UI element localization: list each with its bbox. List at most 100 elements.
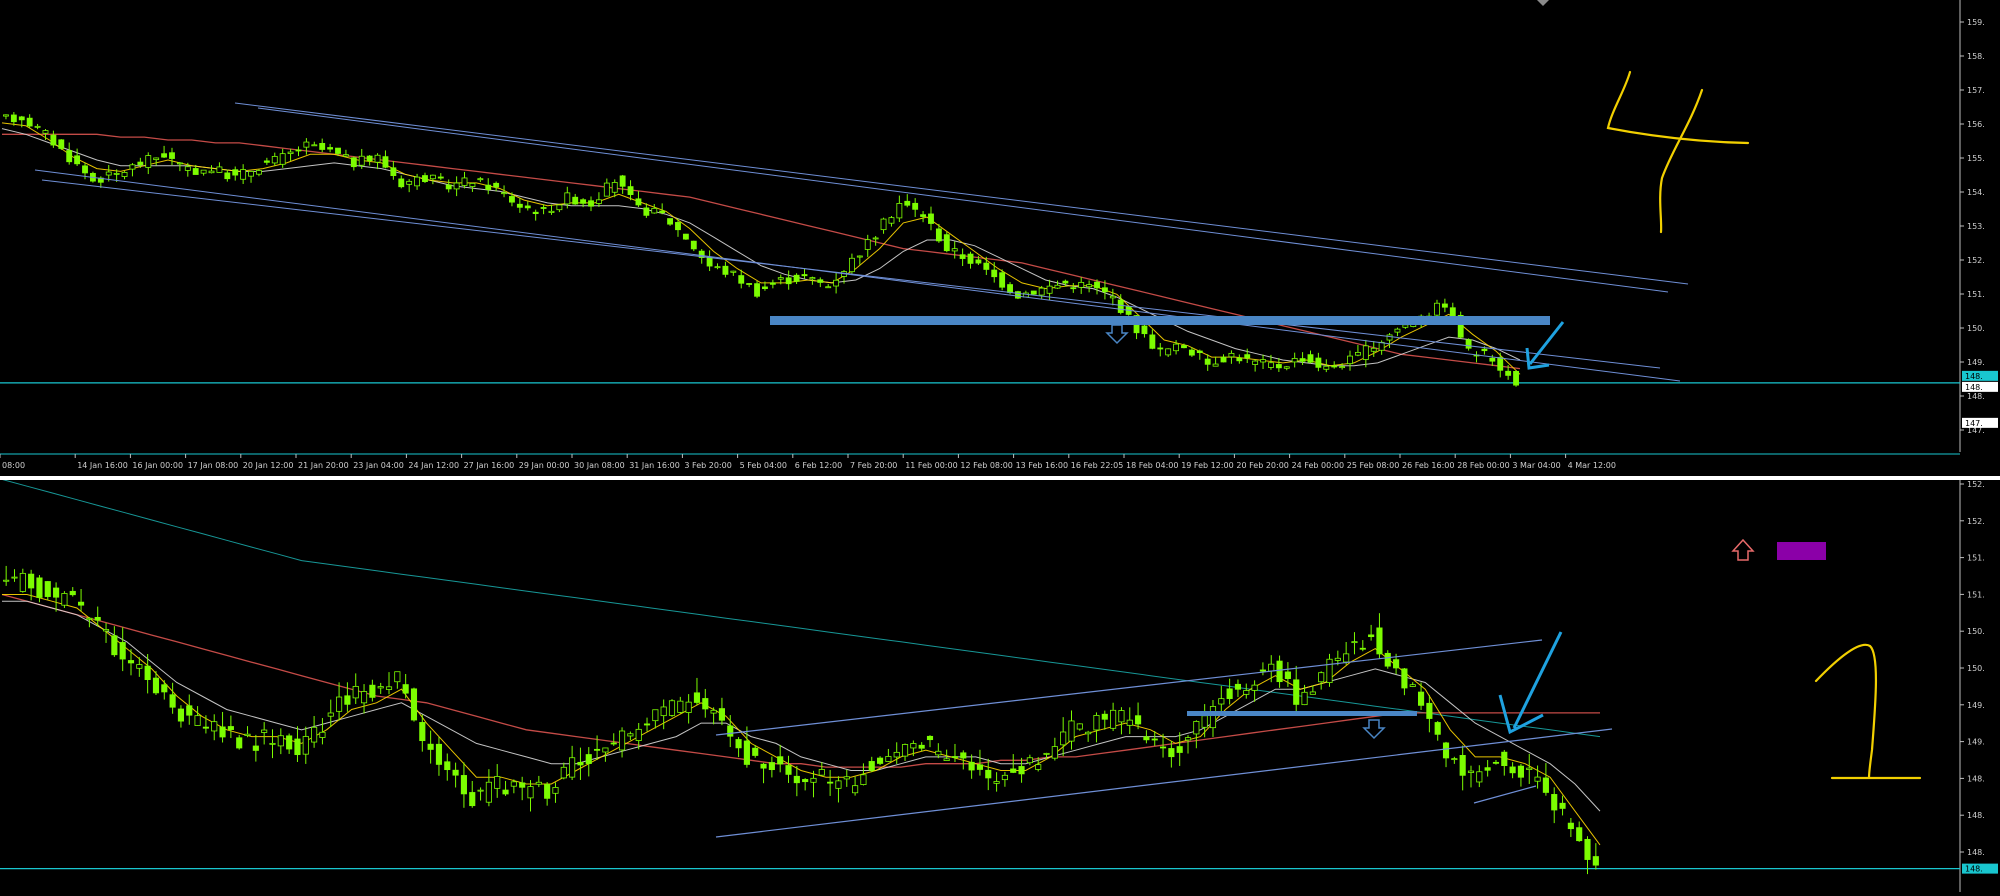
- candle-body: [127, 660, 135, 664]
- candle-body: [82, 165, 88, 174]
- candle-body: [885, 756, 892, 762]
- candle-body: [1339, 366, 1346, 369]
- candle-body: [864, 239, 871, 250]
- candle-body: [445, 184, 452, 190]
- candle-body: [810, 777, 817, 783]
- candle-body: [856, 255, 863, 258]
- candle-body: [385, 686, 393, 690]
- candle-body: [1218, 698, 1225, 705]
- up-arrow-icon: [1731, 538, 1755, 561]
- candle-body: [1046, 285, 1053, 294]
- candle-body: [26, 117, 33, 127]
- candle-body: [1030, 290, 1037, 295]
- candle-body: [1228, 352, 1235, 358]
- candle-body: [643, 723, 651, 726]
- candle-body: [1110, 709, 1117, 729]
- candle-body: [1534, 776, 1541, 782]
- candle-body: [595, 199, 602, 204]
- candle-body: [999, 272, 1006, 288]
- candle-body: [429, 174, 436, 180]
- candle-body: [232, 169, 239, 176]
- candle-body: [360, 691, 368, 704]
- candle-body: [825, 286, 832, 289]
- candle-body: [569, 757, 576, 778]
- candle-body: [177, 708, 185, 722]
- candle-body: [219, 726, 226, 738]
- candle-body: [1035, 764, 1042, 770]
- candle-body: [564, 192, 571, 205]
- candle-body: [1501, 751, 1508, 767]
- candle-body: [951, 756, 959, 758]
- time-tick-label: 26 Feb 16:00: [1402, 461, 1454, 470]
- bottom-chart[interactable]: 152. 152. 151. 151. 150. 150. 149. 149. 148. 148.…: [0, 478, 2000, 892]
- time-tick-label: 3 Feb 20:00: [684, 461, 731, 470]
- candle-body: [186, 705, 193, 716]
- candle-body: [993, 781, 1000, 784]
- candle-body: [1070, 287, 1077, 290]
- time-tick-label: 31 Jan 16:00: [629, 461, 680, 470]
- candle-body: [1315, 357, 1322, 368]
- candle-body: [113, 172, 120, 175]
- candle-body: [1393, 659, 1400, 669]
- top-chart[interactable]: 159. 158. 157. 156. 155. 154. 153. 152. 151. 150.…: [0, 0, 2000, 452]
- price-tick-label: 156.: [1967, 120, 1985, 129]
- time-tick-label: 17 Jan 08:00: [188, 461, 239, 470]
- candle-body: [920, 214, 927, 217]
- candle-body: [540, 207, 547, 209]
- candle-body: [1244, 354, 1251, 359]
- candle-body: [702, 698, 709, 710]
- candle-body: [236, 737, 243, 749]
- candle-body: [1517, 765, 1524, 778]
- candle-body: [461, 177, 468, 186]
- candle-body: [1484, 767, 1491, 771]
- candle-body: [1226, 688, 1233, 699]
- candle-body: [444, 761, 451, 771]
- top-chart-pane[interactable]: 159. 158. 157. 156. 155. 154. 153. 152. 151. 150.…: [0, 0, 2000, 452]
- price-tick-label: 149.: [1967, 701, 1985, 710]
- candle-body: [1459, 755, 1466, 776]
- candle-body: [809, 277, 816, 280]
- price-tick-label: 159.: [1967, 18, 1985, 27]
- candle-body: [1141, 325, 1148, 335]
- candle-body: [827, 781, 834, 784]
- candle-body: [1592, 856, 1599, 866]
- candle-body: [102, 629, 110, 632]
- candle-body: [94, 616, 101, 621]
- candle-body: [137, 161, 144, 166]
- candle-body: [240, 169, 247, 180]
- candle-body: [912, 202, 919, 210]
- candle-body: [1293, 679, 1300, 705]
- candle-body: [1376, 627, 1383, 655]
- candle-body: [200, 169, 207, 174]
- candle-body: [1368, 634, 1375, 638]
- candle-body: [501, 192, 507, 195]
- time-tick-label: 19 Feb 12:00: [1181, 461, 1233, 470]
- candle-body: [1426, 702, 1433, 719]
- candle-body: [1236, 357, 1243, 362]
- candle-body: [1301, 691, 1308, 706]
- scroll-marker-icon: [1537, 0, 1549, 6]
- candle-body: [28, 573, 35, 589]
- candle-body: [752, 747, 759, 756]
- candle-body: [985, 769, 992, 779]
- candle-body: [303, 141, 310, 148]
- candle-body: [544, 784, 551, 799]
- candle-body: [926, 735, 934, 741]
- price-tick-label: 150.: [1967, 664, 1985, 673]
- candle-body: [1323, 365, 1330, 370]
- candle-body: [1234, 683, 1242, 690]
- candle-body: [793, 274, 800, 282]
- candle-body: [1559, 802, 1566, 809]
- candle-body: [611, 182, 618, 193]
- candle-body: [960, 752, 967, 759]
- candle-body: [660, 706, 667, 717]
- candle-body: [327, 712, 334, 717]
- candle-body: [951, 248, 958, 252]
- candle-body: [502, 789, 509, 795]
- ma-fast-line: [1, 122, 1521, 375]
- bottom-chart-pane[interactable]: 152. 152. 151. 151. 150. 150. 149. 149. 148. 148.…: [0, 478, 2000, 892]
- time-tick-label: 08:00: [2, 461, 25, 470]
- ma-long-line: [1, 478, 1601, 738]
- price-tick-label: 152.: [1967, 480, 1985, 489]
- candle-body: [1451, 758, 1458, 761]
